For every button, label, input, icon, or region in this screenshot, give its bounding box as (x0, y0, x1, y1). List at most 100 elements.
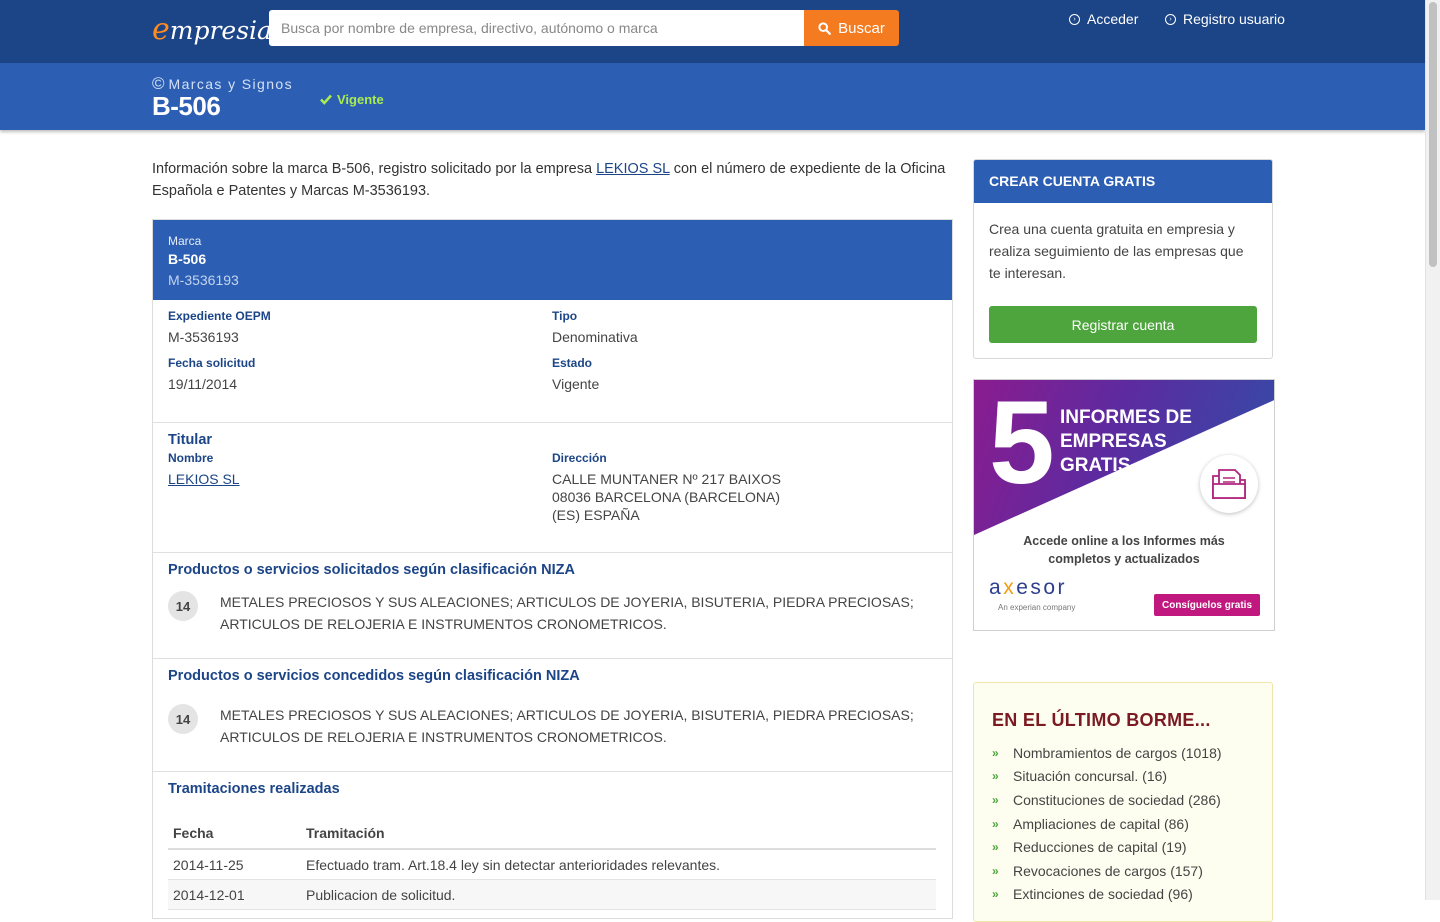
empresia-logo[interactable]: empresia (152, 12, 272, 47)
table-row: 2014-11-25 Efectuado tram. Art.18.4 ley … (168, 849, 936, 880)
experian-tagline: An experian company (998, 603, 1076, 612)
borme-item[interactable]: » Nombramientos de cargos (1018) (992, 741, 1222, 765)
ad-heading-line: GRATIS (1060, 455, 1131, 476)
column-header-tramitacion: Tramitación (301, 817, 936, 850)
search-icon (818, 21, 832, 35)
login-label: Acceder (1087, 11, 1139, 27)
borme-item[interactable]: » Situación concursal. (16) (992, 765, 1222, 789)
login-link[interactable]: › Acceder (1069, 11, 1138, 27)
create-account-panel: CREAR CUENTA GRATIS Crea una cuenta grat… (973, 159, 1273, 359)
column-header-fecha: Fecha (168, 817, 301, 850)
register-link[interactable]: › Registro usuario (1165, 11, 1285, 27)
borme-item-label: Reducciones de capital (19) (1013, 839, 1187, 856)
tipo-label: Tipo (552, 309, 578, 323)
check-icon (320, 94, 332, 105)
borme-item[interactable]: » Constituciones de sociedad (286) (992, 788, 1222, 812)
niza-class-badge: 14 (168, 591, 198, 621)
axesor-logo-part: x (1003, 576, 1017, 599)
table-row: 2014-12-01 Publicacion de solicitud. (168, 879, 936, 910)
niza-class-badge: 14 (168, 704, 198, 734)
borme-item[interactable]: » Reducciones de capital (19) (992, 835, 1222, 859)
scrollbar-thumb[interactable] (1429, 2, 1437, 267)
borme-item-label: Nombramientos de cargos (1018) (1013, 744, 1222, 761)
create-account-title: CREAR CUENTA GRATIS (974, 160, 1272, 203)
intro-text: Información sobre la marca B-506, regist… (152, 161, 597, 177)
ad-subtitle-line: completos y actualizados (1048, 552, 1200, 566)
tramitaciones-title: Tramitaciones realizadas (168, 781, 340, 797)
borme-panel: EN EL ÚLTIMO BORME... » Nombramientos de … (973, 682, 1273, 922)
fecha-label: Fecha solicitud (168, 356, 256, 370)
axesor-logo-part: a (989, 576, 1004, 599)
borme-item-label: Revocaciones de cargos (157) (1013, 862, 1203, 879)
card-header: Marca B-506 M-3536193 (153, 220, 952, 300)
borme-item[interactable]: » Ampliaciones de capital (86) (992, 812, 1222, 836)
details-section: Expediente OEPM M-3536193 Tipo Denominat… (153, 300, 952, 423)
chevron-right-icon: » (992, 769, 999, 784)
chevron-right-icon: » (992, 887, 999, 902)
register-account-button[interactable]: Registrar cuenta (989, 306, 1257, 343)
direccion-label: Dirección (552, 451, 607, 465)
company-link[interactable]: LEKIOS SL (596, 161, 670, 177)
chevron-right-icon: » (992, 816, 999, 831)
page-scrollbar[interactable] (1425, 0, 1440, 900)
axesor-logo-part: esor (1016, 576, 1068, 599)
nombre-label: Nombre (168, 451, 214, 465)
tramitaciones-table: Fecha Tramitación 2014-11-25 Efectuado t… (168, 817, 936, 910)
trademark-card: Marca B-506 M-3536193 Expediente OEPM M-… (152, 219, 953, 919)
get-reports-button[interactable]: Consíguelos gratis (1154, 594, 1260, 616)
login-icon: › (1069, 13, 1080, 25)
niza-requested-title: Productos o servicios solicitados según … (168, 562, 575, 578)
niza-requested-text: METALES PRECIOSOS Y SUS ALEACIONES; ARTI… (220, 594, 914, 632)
report-folder-icon (1200, 455, 1258, 513)
section-name: Marcas y Signos (168, 76, 294, 92)
card-header-number: M-3536193 (168, 272, 239, 288)
row-description: Efectuado tram. Art.18.4 ley sin detecta… (301, 849, 936, 880)
row-description: Publicacion de solicitud. (301, 879, 936, 910)
card-header-name: B-506 (168, 251, 207, 267)
tramitaciones-section: Tramitaciones realizadas Fecha Tramitaci… (153, 772, 952, 910)
ad-heading: INFORMES DE EMPRESAS GRATIS (1060, 406, 1192, 478)
titular-company-link[interactable]: LEKIOS SL (168, 471, 240, 487)
top-navbar: empresia Buscar › Acceder › Registro usu… (0, 0, 1425, 63)
borme-list: » Nombramientos de cargos (1018) » Situaci… (992, 741, 1222, 906)
logo-e: e (152, 12, 170, 47)
axesor-ad-banner[interactable]: 5 INFORMES DE EMPRESAS GRATIS Accede onl… (973, 379, 1275, 631)
ad-number: 5 (989, 379, 1055, 509)
expediente-value: M-3536193 (168, 329, 239, 345)
register-label: Registro usuario (1183, 11, 1285, 27)
row-date: 2014-12-01 (168, 879, 301, 910)
search-input[interactable] (269, 10, 804, 46)
borme-item[interactable]: » Extinciones de sociedad (96) (992, 883, 1222, 907)
niza-requested-section: Productos o servicios solicitados según … (153, 553, 952, 659)
expediente-label: Expediente OEPM (168, 309, 271, 323)
borme-item-label: Ampliaciones de capital (86) (1013, 815, 1189, 832)
trademark-header: © Marcas y Signos B-506 Vigente (0, 63, 1425, 130)
search-button-label: Buscar (838, 19, 885, 37)
page-title: B-506 (152, 91, 221, 121)
titular-title: Titular (168, 432, 213, 448)
niza-granted-text: METALES PRECIOSOS Y SUS ALEACIONES; ARTI… (220, 707, 914, 745)
intro-paragraph: Información sobre la marca B-506, regist… (152, 158, 957, 202)
logo-text: mpresia (169, 16, 272, 45)
axesor-logo: axesor (989, 576, 1067, 600)
borme-item-label: Constituciones de sociedad (286) (1013, 791, 1221, 808)
niza-granted-title: Productos o servicios concedidos según c… (168, 668, 580, 684)
direccion-value: CALLE MUNTANER Nº 217 BAIXOS 08036 BARCE… (552, 470, 936, 524)
estado-label: Estado (552, 356, 593, 370)
status-badge: Vigente (320, 92, 384, 107)
chevron-right-icon: » (992, 840, 999, 855)
search-button[interactable]: Buscar (804, 10, 899, 46)
borme-title: EN EL ÚLTIMO BORME... (992, 710, 1211, 730)
titular-section: Titular Nombre LEKIOS SL Dirección CALLE… (153, 423, 952, 553)
fecha-value: 19/11/2014 (168, 376, 238, 392)
address-line: CALLE MUNTANER Nº 217 BAIXOS (552, 471, 781, 487)
borme-item-label: Situación concursal. (16) (1013, 768, 1168, 785)
chevron-right-icon: » (992, 863, 999, 878)
address-line: 08036 BARCELONA (BARCELONA) (552, 489, 780, 505)
create-account-text: Crea una cuenta gratuita en empresia y r… (989, 221, 1244, 281)
ad-heading-line: EMPRESAS (1060, 431, 1167, 452)
borme-item[interactable]: » Revocaciones de cargos (157) (992, 859, 1222, 883)
card-header-label: Marca (168, 234, 202, 248)
niza-granted-section: Productos o servicios concedidos según c… (153, 659, 952, 772)
address-line: (ES) ESPAÑA (552, 507, 640, 523)
